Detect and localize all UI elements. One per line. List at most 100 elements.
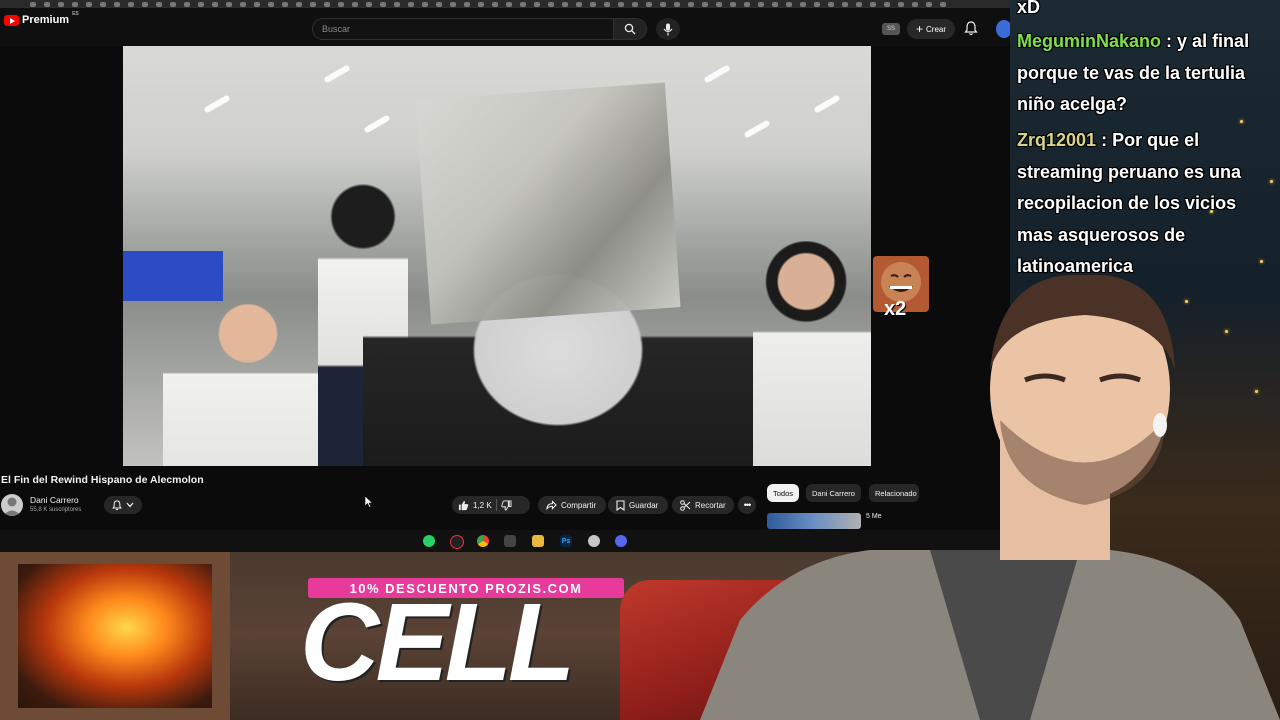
notifications-button[interactable] [964, 21, 980, 37]
tab-favicon[interactable] [156, 1, 162, 7]
tab-favicon[interactable] [898, 1, 904, 7]
thumbs-down-icon[interactable] [500, 499, 512, 511]
chrome-icon[interactable] [477, 535, 489, 547]
tab-favicon[interactable] [170, 1, 176, 7]
youtube-premium-logo[interactable]: Premium ES [4, 11, 79, 26]
tab-favicon[interactable] [422, 1, 428, 7]
tab-favicon[interactable] [548, 1, 554, 7]
tab-favicon[interactable] [408, 1, 414, 7]
tab-favicon[interactable] [786, 1, 792, 7]
tab-favicon[interactable] [478, 1, 484, 7]
folder-icon[interactable] [532, 535, 544, 547]
bookmark-icon [616, 499, 625, 511]
tab-favicon[interactable] [856, 1, 862, 7]
app-icon[interactable] [504, 535, 516, 547]
ceiling-light [203, 94, 231, 114]
tab-favicon[interactable] [100, 1, 106, 7]
tab-favicon[interactable] [842, 1, 848, 7]
tab-favicon[interactable] [772, 1, 778, 7]
scissors-icon [680, 499, 691, 511]
tab-favicon[interactable] [366, 1, 372, 7]
tab-favicon[interactable] [506, 1, 512, 7]
tab-favicon[interactable] [926, 1, 932, 7]
whatsapp-icon[interactable] [423, 535, 435, 547]
tab-favicon[interactable] [30, 1, 36, 7]
tab-favicon[interactable] [352, 1, 358, 7]
tab-favicon[interactable] [86, 1, 92, 7]
tab-favicon[interactable] [44, 1, 50, 7]
tab-favicon[interactable] [58, 1, 64, 7]
tab-favicon[interactable] [828, 1, 834, 7]
tab-favicon[interactable] [114, 1, 120, 7]
tab-favicon[interactable] [394, 1, 400, 7]
tab-favicon[interactable] [338, 1, 344, 7]
tab-favicon[interactable] [450, 1, 456, 7]
create-button[interactable]: + Crear [907, 19, 955, 39]
spotify-icon[interactable] [450, 535, 464, 549]
tab-favicon[interactable] [562, 1, 568, 7]
tab-favicon[interactable] [576, 1, 582, 7]
tab-favicon[interactable] [688, 1, 694, 7]
save-button[interactable]: Guardar [608, 496, 668, 514]
blue-shelf [123, 251, 223, 301]
tab-favicon[interactable] [730, 1, 736, 7]
tab-favicon[interactable] [800, 1, 806, 7]
tab-favicon[interactable] [198, 1, 204, 7]
tab-favicon[interactable] [142, 1, 148, 7]
search-box[interactable] [312, 18, 614, 40]
browser-icon[interactable] [588, 535, 600, 547]
create-label: Crear [926, 24, 947, 34]
search-button[interactable] [613, 18, 647, 40]
tab-favicon[interactable] [184, 1, 190, 7]
tab-favicon[interactable] [212, 1, 218, 7]
tab-favicon[interactable] [604, 1, 610, 7]
tab-favicon[interactable] [870, 1, 876, 7]
tab-favicon[interactable] [940, 1, 946, 7]
thumbs-up-icon[interactable] [458, 500, 469, 511]
tab-favicon[interactable] [464, 1, 470, 7]
tab-favicon[interactable] [310, 1, 316, 7]
browser-tab-strip[interactable] [0, 0, 1010, 8]
tab-favicon[interactable] [618, 1, 624, 7]
divider [495, 499, 497, 511]
tab-favicon[interactable] [492, 1, 498, 7]
tab-favicon[interactable] [590, 1, 596, 7]
share-button[interactable]: Compartir [538, 496, 606, 514]
subscription-bell-button[interactable] [104, 496, 142, 514]
tab-favicon[interactable] [240, 1, 246, 7]
tab-favicon[interactable] [324, 1, 330, 7]
mouse-cursor-icon [365, 496, 373, 508]
tab-favicon[interactable] [674, 1, 680, 7]
tab-favicon[interactable] [716, 1, 722, 7]
chat-message-text: : Por que el streaming peruano es una re… [1017, 130, 1242, 276]
voice-search-button[interactable] [656, 18, 680, 40]
tab-favicon[interactable] [702, 1, 708, 7]
tab-favicon[interactable] [226, 1, 232, 7]
tab-favicon[interactable] [646, 1, 652, 7]
like-dislike-pill[interactable]: 1,2 K [452, 496, 530, 514]
tab-favicon[interactable] [758, 1, 764, 7]
search-input[interactable] [313, 19, 611, 39]
tab-favicon[interactable] [296, 1, 302, 7]
tab-favicon[interactable] [254, 1, 260, 7]
tab-favicon[interactable] [128, 1, 134, 7]
photoshop-icon[interactable]: Ps [560, 535, 572, 547]
tab-favicon[interactable] [72, 1, 78, 7]
tab-favicon[interactable] [282, 1, 288, 7]
tab-favicon[interactable] [632, 1, 638, 7]
tab-favicon[interactable] [534, 1, 540, 7]
tab-favicon[interactable] [268, 1, 274, 7]
tab-favicon[interactable] [884, 1, 890, 7]
streamer-figure [700, 274, 1280, 720]
tab-favicon[interactable] [660, 1, 666, 7]
tab-favicon[interactable] [814, 1, 820, 7]
channel-name[interactable]: Dani Carrero [30, 495, 79, 505]
extension-badge[interactable]: SS [882, 23, 900, 35]
discord-icon[interactable] [615, 535, 627, 547]
tab-favicon[interactable] [912, 1, 918, 7]
tab-favicon[interactable] [380, 1, 386, 7]
tab-favicon[interactable] [744, 1, 750, 7]
channel-avatar[interactable] [1, 494, 23, 516]
tab-favicon[interactable] [520, 1, 526, 7]
tab-favicon[interactable] [436, 1, 442, 7]
